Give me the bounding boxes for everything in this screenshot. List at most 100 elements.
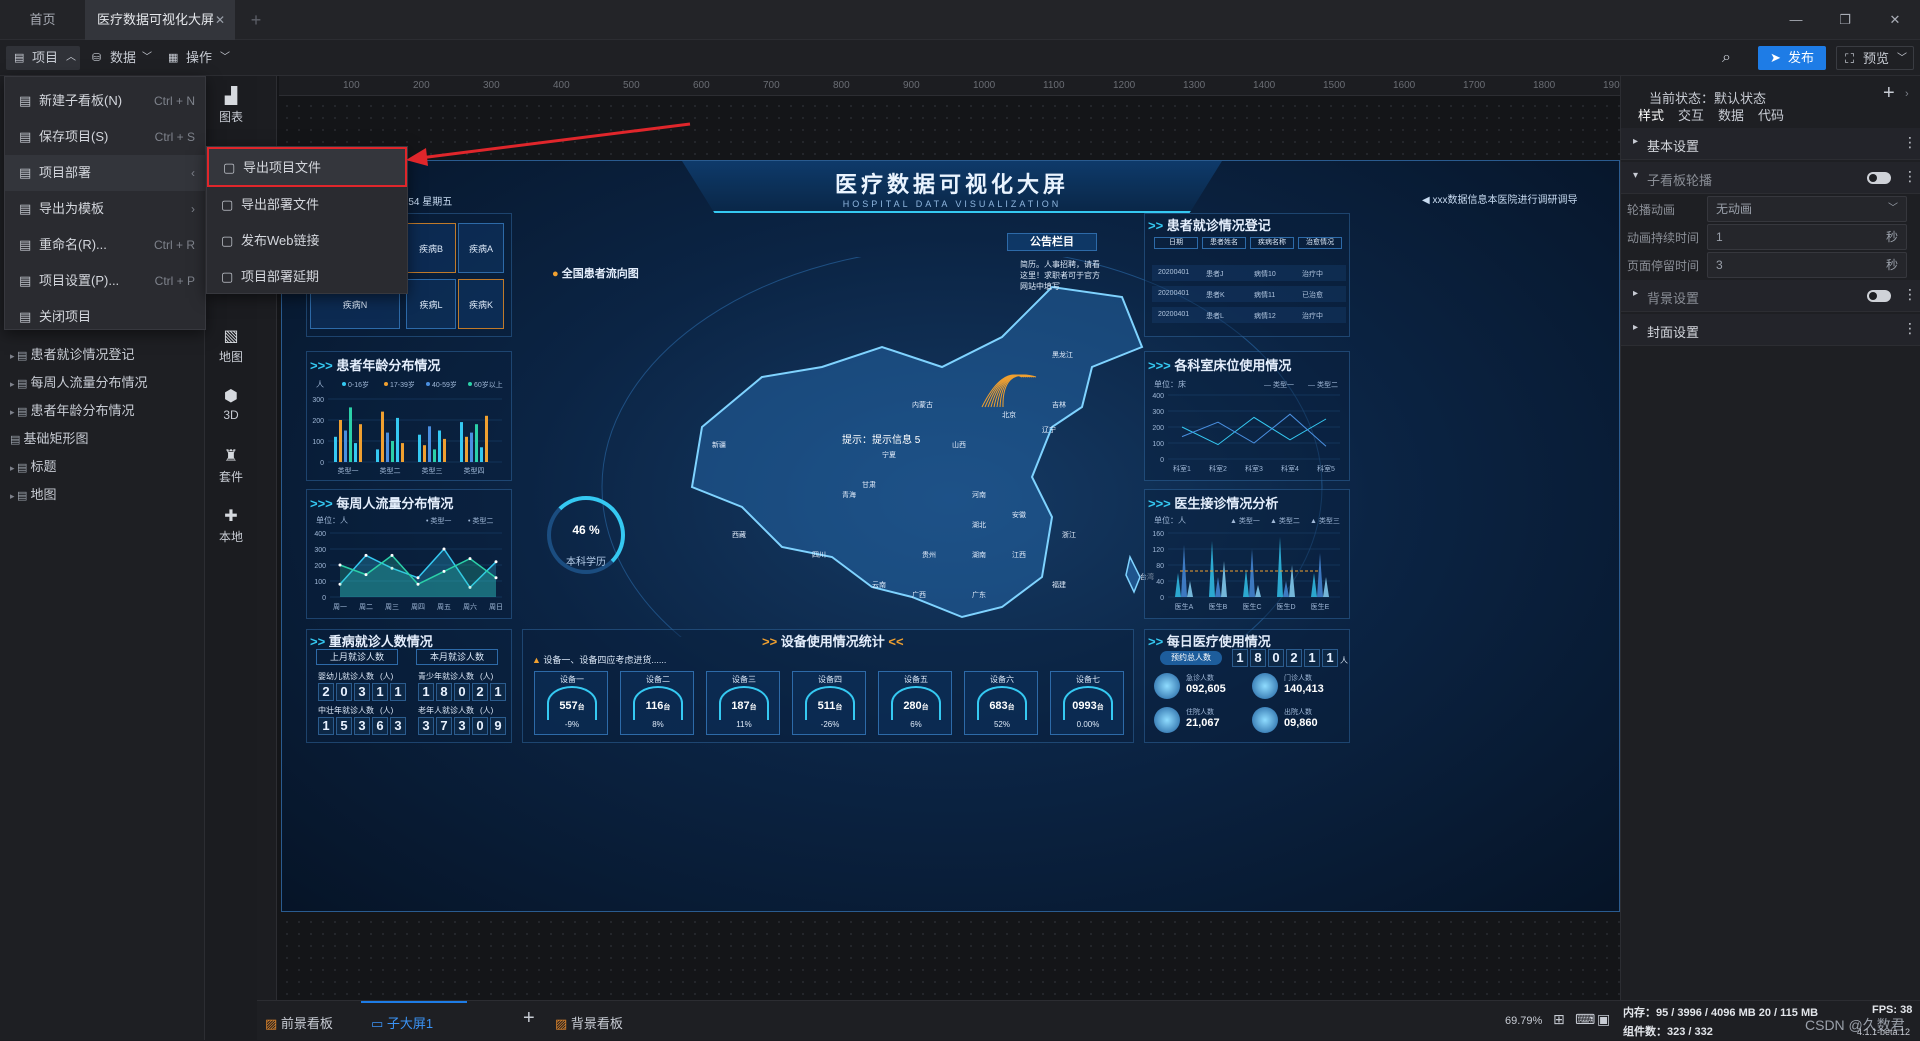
- tab-label: 交互: [1677, 108, 1704, 123]
- tab-close-icon[interactable]: ✕: [215, 0, 225, 40]
- dashboard-board[interactable]: 医疗数据可视化大屏 HOSPITAL DATA VISUALIZATION 6:…: [281, 160, 1620, 912]
- rail-local[interactable]: ✚ 本地: [205, 508, 257, 545]
- board-tab-front[interactable]: ▨ 前景看板: [265, 1013, 333, 1032]
- rail-chart[interactable]: ▟ 图表: [205, 88, 257, 125]
- submenu-item-1[interactable]: ▢ 导出部署文件: [207, 187, 407, 223]
- point: [442, 547, 446, 551]
- add-board-button[interactable]: +: [523, 1007, 535, 1030]
- submenu-item-0[interactable]: ▢ 导出项目文件: [207, 147, 407, 187]
- x-tick: 类型二: [380, 466, 401, 475]
- layer-label: 标题: [30, 459, 57, 474]
- layer-item[interactable]: ▸ ▤ 标题: [10, 456, 57, 475]
- x-tick: 周一: [333, 603, 347, 611]
- zoom-level[interactable]: 69.79%: [1505, 1015, 1542, 1027]
- section-toggle[interactable]: [1867, 290, 1891, 302]
- section-label: 背景设置: [1647, 291, 1700, 306]
- menu-item-3[interactable]: ▤ 导出为模板 ›: [5, 191, 205, 227]
- section-toggle[interactable]: [1867, 172, 1891, 184]
- rail-3d[interactable]: ⬢ 3D: [205, 388, 257, 422]
- digit: 1: [1304, 649, 1320, 667]
- terminal-icon[interactable]: ▣: [1597, 1011, 1610, 1028]
- x-tick: 医生A: [1175, 602, 1194, 611]
- spike: [1323, 577, 1329, 597]
- menu-item-6[interactable]: ▤ 关闭项目: [5, 299, 205, 335]
- section-0[interactable]: ▸ 基本设置 ⋮: [1621, 128, 1920, 160]
- search-icon[interactable]: ⌕: [1722, 46, 1744, 70]
- bar: [376, 449, 379, 462]
- layer-item[interactable]: ▸ ▤ 患者就诊情况登记: [10, 344, 135, 363]
- more-icon[interactable]: ⋮: [1903, 168, 1917, 185]
- ruler-tick: 1200: [1113, 80, 1136, 91]
- bar: [465, 436, 468, 462]
- board-tab-sub[interactable]: ▭ 子大屏1: [361, 1001, 467, 1041]
- more-icon[interactable]: ⋮: [1903, 320, 1917, 337]
- data-menu-label: 数据: [110, 50, 137, 65]
- publish-button[interactable]: ➤ 发布: [1758, 46, 1826, 70]
- window-close-icon[interactable]: ✕: [1870, 0, 1920, 40]
- restore-icon[interactable]: ❐: [1820, 0, 1870, 40]
- menu-item-1[interactable]: ▤ 保存项目(S) Ctrl + S: [5, 119, 205, 155]
- gauge-label: 本科学历: [566, 557, 606, 568]
- visit-tab[interactable]: 本月就诊人数: [416, 649, 498, 665]
- tab-label: 样式: [1637, 108, 1664, 123]
- point: [390, 553, 394, 557]
- layer-item[interactable]: ▸ ▤ 患者年龄分布情况: [10, 400, 135, 419]
- add-state-icon[interactable]: +: [1883, 82, 1895, 105]
- equip-panel-title: >> 设备使用情况统计 <<: [762, 634, 904, 649]
- tab-interaction[interactable]: 交互: [1673, 104, 1709, 130]
- field-input-2[interactable]: 3秒: [1707, 252, 1907, 278]
- new-tab-button[interactable]: +: [244, 0, 268, 40]
- fit-icon[interactable]: ⊞: [1553, 1011, 1565, 1028]
- dept-cell[interactable]: 疾病K: [458, 279, 504, 329]
- tab-home[interactable]: 首页: [0, 0, 85, 40]
- tab-project[interactable]: 医疗数据可视化大屏 ✕: [85, 0, 235, 40]
- legend-dot: [468, 382, 472, 386]
- section-1[interactable]: ▾ 子看板轮播 ⋮: [1621, 162, 1920, 194]
- menu-item-0[interactable]: ▤ 新建子看板(N) Ctrl + N: [5, 83, 205, 119]
- operate-menu-button[interactable]: ▦ 操作 ﹀: [162, 46, 234, 70]
- section-3[interactable]: ▸ 封面设置 ⋮: [1621, 314, 1920, 346]
- province-label: 湖南: [972, 550, 986, 559]
- field-input-0[interactable]: 无动画 ﹀: [1707, 196, 1907, 222]
- province-label: 辽宁: [1042, 425, 1056, 434]
- equip-card: 设备三 187台 11%: [706, 671, 780, 735]
- rail-chart-label: 图表: [218, 110, 243, 124]
- section-label: 封面设置: [1647, 325, 1700, 340]
- chevron-right-icon[interactable]: ›: [1905, 88, 1909, 100]
- tab-data[interactable]: 数据: [1713, 104, 1749, 130]
- data-menu-button[interactable]: ⛁ 数据 ﹀: [86, 46, 156, 70]
- dept-cell[interactable]: 疾病B: [406, 223, 456, 273]
- point: [416, 582, 420, 586]
- layer-item[interactable]: ▸ ▤ 每周人流量分布情况: [10, 372, 148, 391]
- digit: 8: [1250, 649, 1266, 667]
- more-icon[interactable]: ⋮: [1903, 134, 1917, 151]
- legend-label: ▲ 类型三: [1310, 516, 1340, 525]
- board-tab-back[interactable]: ▨ 背景看板: [555, 1013, 623, 1032]
- minimize-icon[interactable]: —: [1772, 0, 1820, 40]
- field-input-1[interactable]: 1秒: [1707, 224, 1907, 250]
- rail-kit[interactable]: ♜ 套件: [205, 448, 257, 485]
- deploy-submenu: ▢ 导出项目文件 ▢ 导出部署文件 ▢ 发布Web链接 ▢ 项目部署延期: [206, 146, 408, 294]
- layer-item[interactable]: ▸ ▤ 地图: [10, 484, 57, 503]
- tab-style[interactable]: 样式: [1633, 104, 1669, 130]
- layer-item[interactable]: ▤ 基础矩形图: [10, 428, 88, 447]
- menu-item-5[interactable]: ▤ 项目设置(P)... Ctrl + P: [5, 263, 205, 299]
- dept-cell[interactable]: 疾病A: [458, 223, 504, 273]
- rail-kit-label: 套件: [218, 470, 243, 484]
- project-menu-button[interactable]: ▤ 项目 ︿: [6, 46, 80, 70]
- bar: [349, 407, 352, 462]
- dept-cell[interactable]: 疾病L: [406, 279, 456, 329]
- menu-item-2[interactable]: ▤ 项目部署 ‹: [5, 155, 205, 191]
- visit-tab[interactable]: 上月就诊人数: [316, 649, 398, 665]
- submenu-item-3[interactable]: ▢ 项目部署延期: [207, 259, 407, 295]
- canvas-area[interactable]: 100 200 300 400 500 600 700 800 900 1000 1100 1200 1…: [257, 76, 1625, 1000]
- rail-map[interactable]: ▧ 地图: [205, 328, 257, 365]
- section-2[interactable]: ▸ 背景设置 ⋮: [1621, 280, 1920, 312]
- more-icon[interactable]: ⋮: [1903, 286, 1917, 303]
- preview-button[interactable]: ⛶ 预览 ﹀: [1836, 46, 1914, 70]
- keyboard-icon[interactable]: ⌨: [1575, 1011, 1595, 1028]
- bar: [438, 430, 441, 462]
- submenu-item-2[interactable]: ▢ 发布Web链接: [207, 223, 407, 259]
- tab-code[interactable]: 代码: [1753, 104, 1789, 130]
- menu-item-4[interactable]: ▤ 重命名(R)... Ctrl + R: [5, 227, 205, 263]
